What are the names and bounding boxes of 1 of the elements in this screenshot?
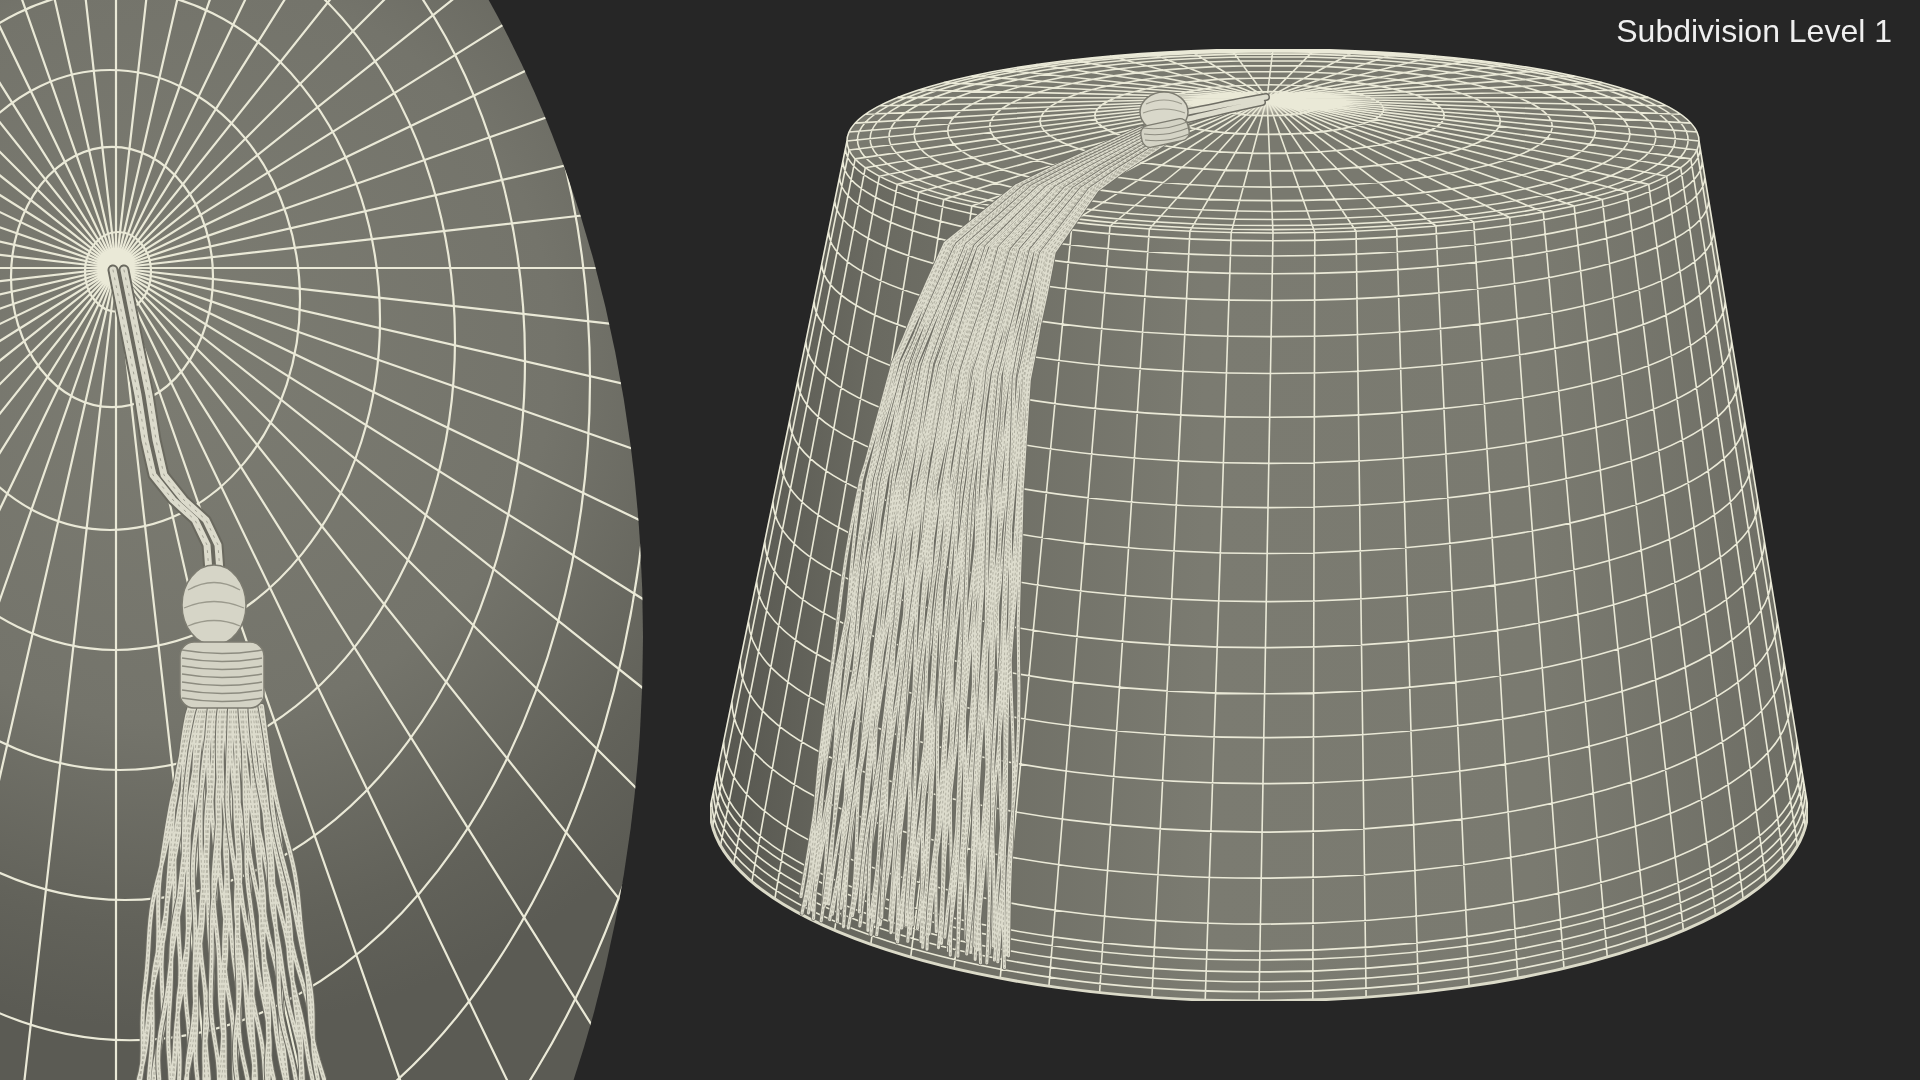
subdivision-label: Subdivision Level 1 — [1616, 13, 1892, 49]
